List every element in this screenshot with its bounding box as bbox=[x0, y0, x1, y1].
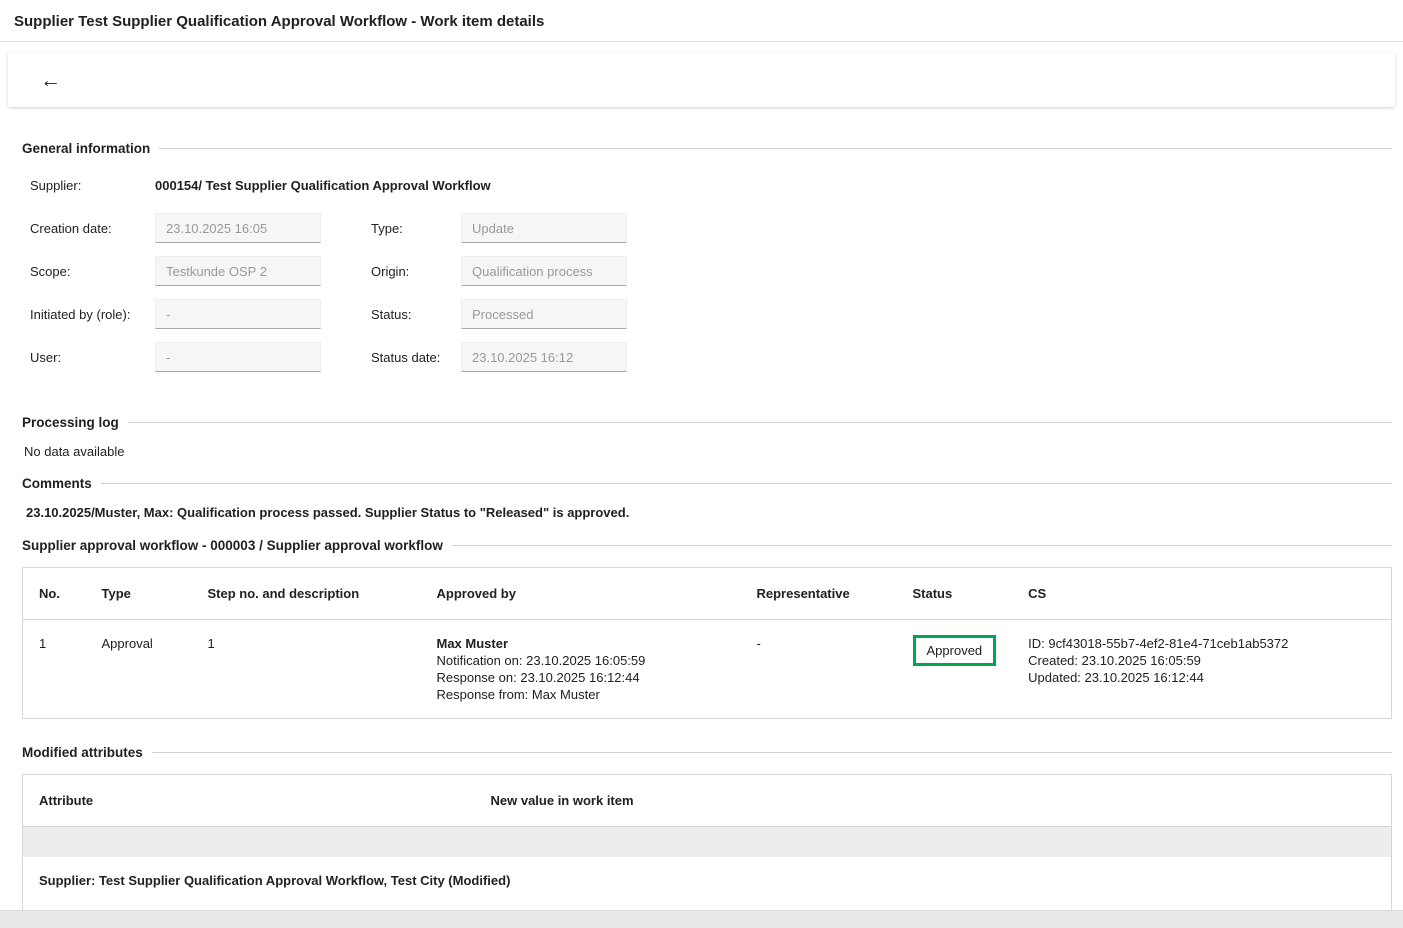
modified-attributes-table: Attribute New value in work item Supplie… bbox=[22, 774, 1392, 928]
cell-type: Approval bbox=[86, 620, 192, 719]
section-header-processing-log: Processing log bbox=[22, 415, 1392, 430]
status-date-field bbox=[461, 342, 627, 372]
cell-cs: ID: 9cf43018-55b7-4ef2-81e4-71ceb1ab5372… bbox=[1012, 620, 1391, 719]
supplier-group-header: Supplier: Test Supplier Qualification Ap… bbox=[23, 857, 1392, 904]
col-header-attribute: Attribute bbox=[23, 775, 475, 827]
initiated-by-role-label: Initiated by (role): bbox=[30, 307, 155, 322]
comment-entry: 23.10.2025/Muster, Max: Qualification pr… bbox=[26, 505, 1392, 520]
work-item-details: General information Supplier: 000154/ Te… bbox=[0, 107, 1403, 928]
processing-log-empty-text: No data available bbox=[24, 444, 1392, 459]
user-field bbox=[155, 342, 321, 372]
form-row-2: Scope: Origin: bbox=[30, 256, 1392, 286]
col-header-status: Status bbox=[897, 568, 1013, 620]
form-row-3: Initiated by (role): Status: bbox=[30, 299, 1392, 329]
origin-label: Origin: bbox=[371, 264, 461, 279]
approved-by-name: Max Muster bbox=[437, 635, 725, 652]
section-title-approval-workflow: Supplier approval workflow - 000003 / Su… bbox=[22, 538, 443, 553]
table-gap-band bbox=[23, 827, 1392, 858]
col-header-representative: Representative bbox=[741, 568, 897, 620]
supplier-value: 000154/ Test Supplier Qualification Appr… bbox=[155, 178, 491, 193]
section-header-approval-workflow: Supplier approval workflow - 000003 / Su… bbox=[22, 538, 1392, 553]
section-divider bbox=[152, 752, 1392, 753]
status-field bbox=[461, 299, 627, 329]
supplier-row: Supplier: 000154/ Test Supplier Qualific… bbox=[30, 178, 1392, 193]
toolbar: ← bbox=[8, 53, 1395, 107]
page-title: Supplier Test Supplier Qualification App… bbox=[0, 0, 1403, 42]
status-approved-highlight: Approved bbox=[913, 635, 997, 666]
col-header-approved-by: Approved by bbox=[421, 568, 741, 620]
col-header-step: Step no. and description bbox=[192, 568, 421, 620]
cs-updated: Updated: 23.10.2025 16:12:44 bbox=[1028, 669, 1375, 686]
form-row-4: User: Status date: bbox=[30, 342, 1392, 372]
initiated-by-role-field bbox=[155, 299, 321, 329]
back-button[interactable]: ← bbox=[34, 66, 67, 95]
form-row-1: Creation date: Type: bbox=[30, 213, 1392, 243]
section-title-general-information: General information bbox=[22, 141, 150, 156]
scope-field bbox=[155, 256, 321, 286]
section-divider bbox=[101, 483, 1392, 484]
user-label: User: bbox=[30, 350, 155, 365]
horizontal-scrollbar-track[interactable] bbox=[0, 910, 1403, 928]
cell-approved-by: Max Muster Notification on: 23.10.2025 1… bbox=[421, 620, 741, 719]
type-field bbox=[461, 213, 627, 243]
supplier-group-row: Supplier: Test Supplier Qualification Ap… bbox=[23, 857, 1392, 904]
approved-by-response-on: Response on: 23.10.2025 16:12:44 bbox=[437, 669, 725, 686]
creation-date-field bbox=[155, 213, 321, 243]
section-header-modified-attributes: Modified attributes bbox=[22, 745, 1392, 760]
status-label: Status: bbox=[371, 307, 461, 322]
modified-attributes-header-row: Attribute New value in work item bbox=[23, 775, 1392, 827]
section-title-comments: Comments bbox=[22, 476, 92, 491]
col-header-no: No. bbox=[23, 568, 86, 620]
scope-label: Scope: bbox=[30, 264, 155, 279]
cell-no: 1 bbox=[23, 620, 86, 719]
cs-id: ID: 9cf43018-55b7-4ef2-81e4-71ceb1ab5372 bbox=[1028, 635, 1375, 652]
approval-workflow-table: No. Type Step no. and description Approv… bbox=[22, 567, 1392, 719]
supplier-label: Supplier: bbox=[30, 178, 155, 193]
cs-created: Created: 23.10.2025 16:05:59 bbox=[1028, 652, 1375, 669]
status-date-label: Status date: bbox=[371, 350, 461, 365]
workflow-header-row: No. Type Step no. and description Approv… bbox=[23, 568, 1392, 620]
section-title-modified-attributes: Modified attributes bbox=[22, 745, 143, 760]
approved-by-notification: Notification on: 23.10.2025 16:05:59 bbox=[437, 652, 725, 669]
section-divider bbox=[452, 545, 1392, 546]
cell-status: Approved bbox=[897, 620, 1013, 719]
section-header-comments: Comments bbox=[22, 476, 1392, 491]
cell-representative: - bbox=[741, 620, 897, 719]
cell-step: 1 bbox=[192, 620, 421, 719]
section-divider bbox=[159, 148, 1392, 149]
type-label: Type: bbox=[371, 221, 461, 236]
col-header-type: Type bbox=[86, 568, 192, 620]
workflow-row: 1 Approval 1 Max Muster Notification on:… bbox=[23, 620, 1392, 719]
section-title-processing-log: Processing log bbox=[22, 415, 119, 430]
col-header-new-value: New value in work item bbox=[475, 775, 1392, 827]
col-header-cs: CS bbox=[1012, 568, 1391, 620]
section-divider bbox=[128, 422, 1392, 423]
section-header-general-information: General information bbox=[22, 141, 1392, 156]
creation-date-label: Creation date: bbox=[30, 221, 155, 236]
origin-field bbox=[461, 256, 627, 286]
approved-by-response-from: Response from: Max Muster bbox=[437, 686, 725, 703]
